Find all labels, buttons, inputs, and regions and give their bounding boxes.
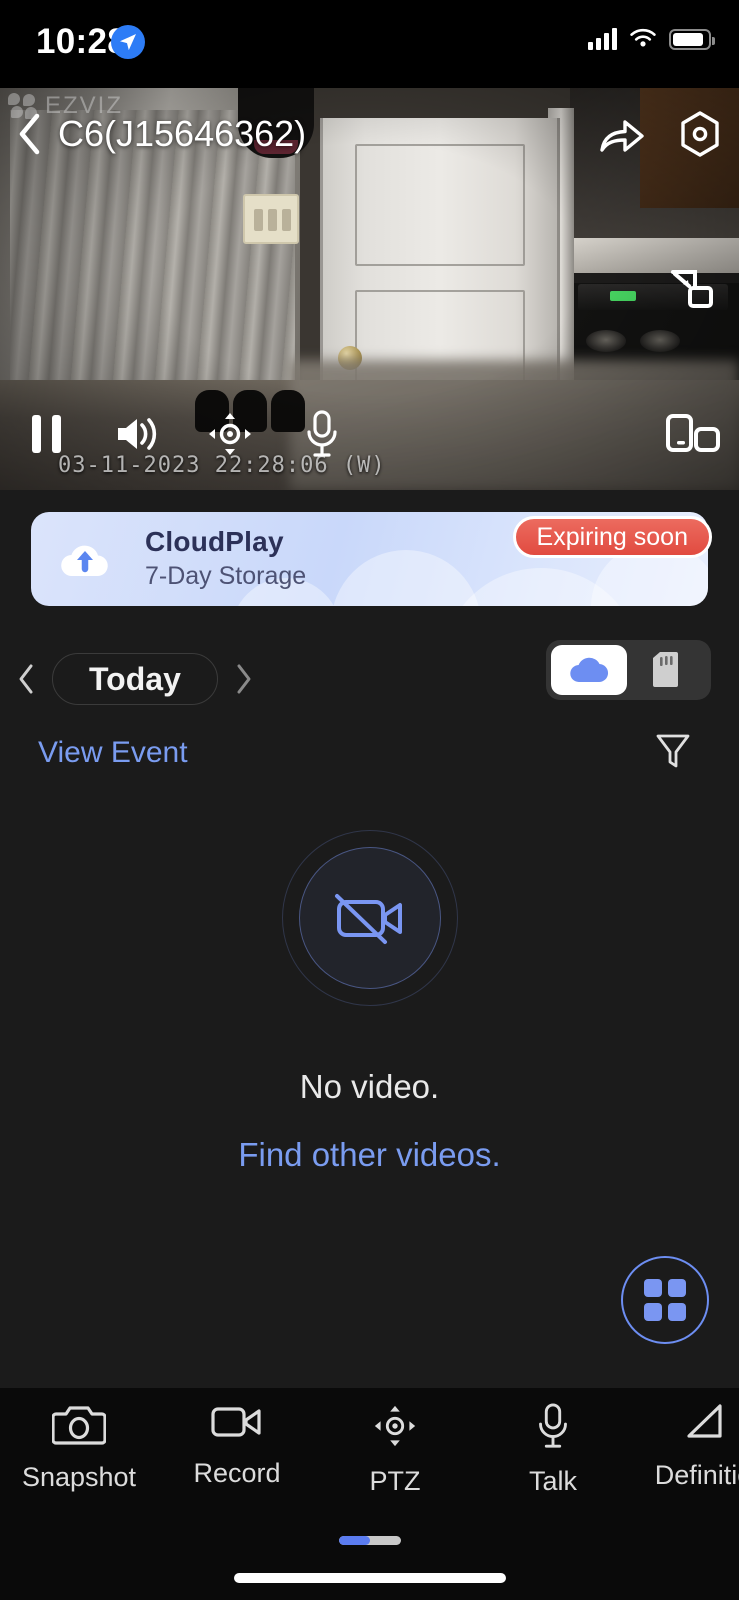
camera-icon xyxy=(52,1406,106,1445)
toolbar-items: Snapshot Record PTZ Talk Definiti xyxy=(0,1402,739,1520)
find-other-videos-link[interactable]: Find other videos. xyxy=(0,1136,739,1174)
video-camera-off-icon xyxy=(334,894,402,944)
storage-source-toggle xyxy=(546,640,711,700)
toolbar-label: PTZ xyxy=(369,1466,421,1496)
date-navigation: Today xyxy=(0,640,739,710)
cloud-storage-tab[interactable] xyxy=(551,645,627,695)
share-icon[interactable] xyxy=(583,113,661,155)
pause-button[interactable] xyxy=(0,415,92,453)
toolbar-item-snapshot[interactable]: Snapshot xyxy=(0,1402,158,1520)
cloudplay-subtitle: 7-Day Storage xyxy=(145,562,307,590)
status-bar-indicators xyxy=(588,28,715,50)
cloudplay-title: CloudPlay xyxy=(145,526,284,557)
cloudplay-text: CloudPlay 7-Day Storage xyxy=(145,526,306,591)
toolbar-label: Snapshot xyxy=(21,1462,137,1492)
wifi-icon xyxy=(630,28,656,47)
sd-card-icon xyxy=(653,652,678,687)
status-badge: Expiring soon xyxy=(512,516,712,558)
cloud-upload-icon xyxy=(58,536,112,582)
ptz-icon xyxy=(374,1405,416,1447)
video-top-nav: C6(J15646362) xyxy=(0,104,739,164)
location-arrow-icon xyxy=(111,25,145,59)
toolbar-item-talk[interactable]: Talk xyxy=(474,1402,632,1520)
view-event-link[interactable]: View Event xyxy=(38,736,188,770)
cellular-bars-icon xyxy=(588,28,617,50)
ptz-button[interactable] xyxy=(184,409,276,459)
mic-button[interactable] xyxy=(276,409,368,459)
battery-icon xyxy=(669,28,715,50)
home-indicator xyxy=(233,1573,506,1583)
toolbar-label: Definition xyxy=(654,1460,739,1490)
prev-day-button[interactable] xyxy=(0,663,52,695)
empty-state-message: No video. xyxy=(299,1068,440,1105)
back-chevron-icon[interactable] xyxy=(0,112,58,156)
video-controls xyxy=(0,406,739,462)
toolbar-label: Talk xyxy=(528,1466,577,1496)
empty-state: No video. Find other videos. xyxy=(0,830,739,1174)
settings-hexagon-icon[interactable] xyxy=(661,110,739,158)
live-video-player[interactable]: EZVIZ C6(J15646362) 03-11-2023 22:28:06 … xyxy=(0,88,739,490)
picture-in-picture-icon[interactable] xyxy=(669,268,715,315)
toolbar-label: Record xyxy=(193,1458,281,1488)
fullscreen-button[interactable] xyxy=(647,413,739,455)
video-camera-icon xyxy=(211,1407,261,1437)
grid-view-fab[interactable] xyxy=(621,1256,709,1344)
definition-quality-icon xyxy=(687,1404,722,1438)
date-today-button[interactable]: Today xyxy=(52,653,218,705)
toolbar-item-ptz[interactable]: PTZ xyxy=(316,1402,474,1520)
empty-state-circle xyxy=(281,830,458,1006)
page-indicator xyxy=(338,1536,401,1545)
sdcard-storage-tab[interactable] xyxy=(627,645,703,695)
cloud-icon xyxy=(570,657,609,683)
microphone-icon xyxy=(539,1403,567,1448)
event-row: View Event xyxy=(0,728,739,778)
app-screen: 10:28 EZVIZ C6(J15646362) 03-11-2023 22:… xyxy=(0,0,739,1600)
filter-funnel-icon[interactable] xyxy=(655,732,691,775)
playback-content: CloudPlay 7-Day Storage Expiring soon To… xyxy=(0,490,739,1388)
grid-four-squares-icon xyxy=(644,1279,686,1321)
page-title: C6(J15646362) xyxy=(58,113,307,154)
toolbar-item-definition[interactable]: Definition xyxy=(632,1402,739,1520)
bottom-toolbar: Snapshot Record PTZ Talk Definiti xyxy=(0,1388,739,1600)
toolbar-item-record[interactable]: Record xyxy=(158,1402,316,1520)
status-bar: 10:28 xyxy=(0,0,739,88)
next-day-button[interactable] xyxy=(218,663,270,695)
volume-button[interactable] xyxy=(92,412,184,456)
